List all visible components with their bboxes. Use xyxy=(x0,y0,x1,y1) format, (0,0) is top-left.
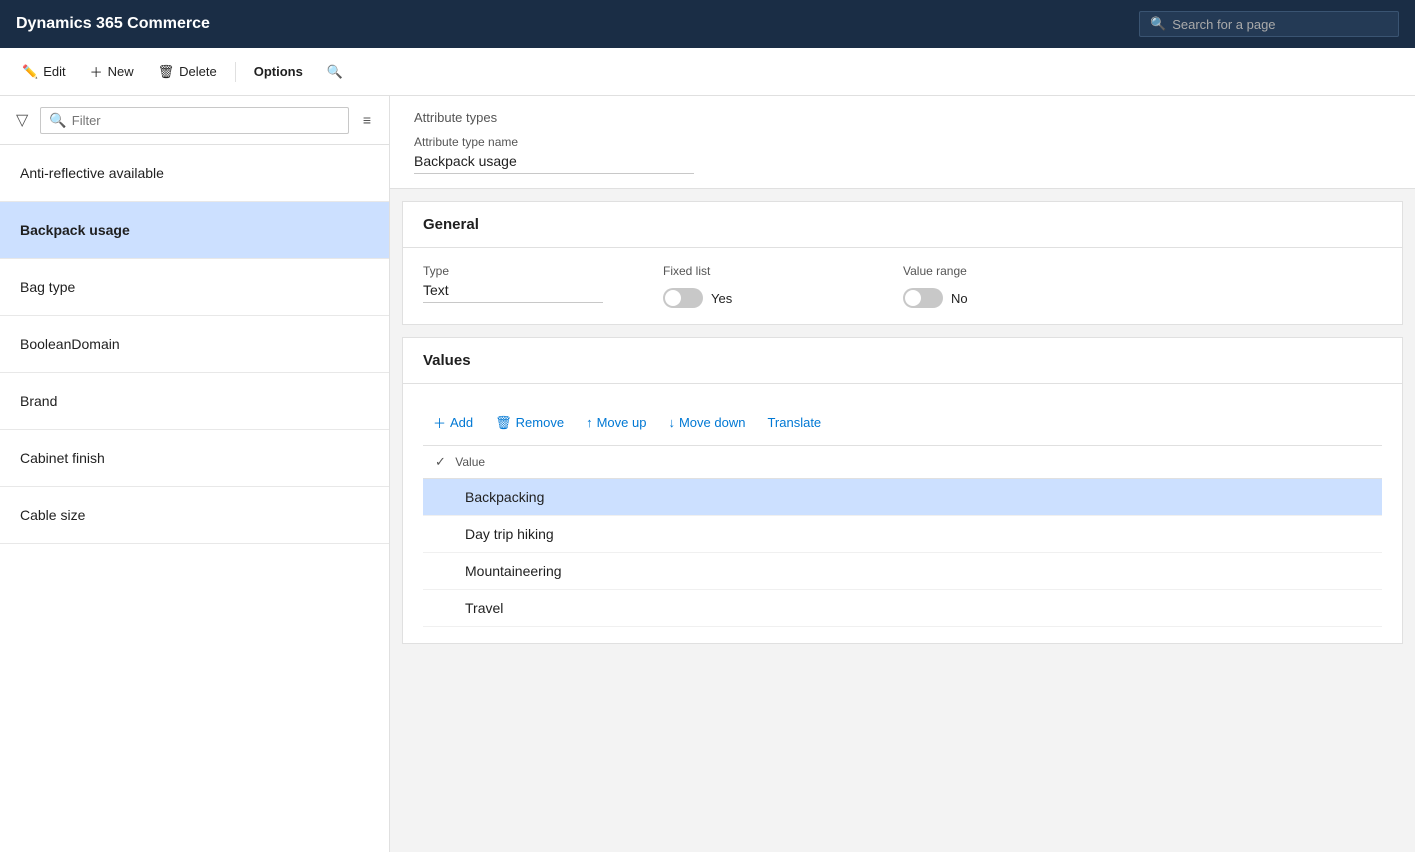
check-icon: ✓ xyxy=(435,454,446,469)
sidebar-item-bag-type[interactable]: Bag type xyxy=(0,259,389,316)
toolbar: ✏️ Edit ＋ New 🗑 Delete Options 🔍 xyxy=(0,48,1415,96)
sidebar: ▽ 🔍 ≡ Anti-reflective available Backpack… xyxy=(0,96,390,852)
delete-button[interactable]: 🗑 Delete xyxy=(148,58,227,86)
values-section: Values ＋ Add 🗑 Remove ↑ Move up xyxy=(402,337,1403,644)
values-toolbar: ＋ Add 🗑 Remove ↑ Move up ↓ Move down xyxy=(423,400,1382,446)
sidebar-item-anti-reflective[interactable]: Anti-reflective available xyxy=(0,145,389,202)
value-range-value: No xyxy=(951,291,968,306)
values-section-body: ＋ Add 🗑 Remove ↑ Move up ↓ Move down xyxy=(403,384,1402,643)
search-icon: 🔍 xyxy=(1150,16,1166,32)
value-cell: Backpacking xyxy=(423,479,1382,516)
translate-button[interactable]: Translate xyxy=(757,410,831,435)
filter-icon: ▽ xyxy=(16,112,28,129)
new-icon: ＋ xyxy=(90,62,103,81)
toolbar-divider xyxy=(235,62,236,82)
table-row[interactable]: Backpacking xyxy=(423,479,1382,516)
sidebar-item-cable-size[interactable]: Cable size xyxy=(0,487,389,544)
value-cell: Day trip hiking xyxy=(423,516,1382,553)
table-row[interactable]: Travel xyxy=(423,590,1382,627)
new-button[interactable]: ＋ New xyxy=(80,56,144,87)
value-range-toggle-row: No xyxy=(903,288,1083,308)
type-label: Type xyxy=(423,264,603,278)
search-toolbar-icon: 🔍 xyxy=(327,64,343,80)
values-table-body: Backpacking Day trip hiking Mountaineeri… xyxy=(423,479,1382,627)
value-cell: Travel xyxy=(423,590,1382,627)
general-section-header: General xyxy=(403,202,1402,248)
sidebar-item-brand[interactable]: Brand xyxy=(0,373,389,430)
move-up-button[interactable]: ↑ Move up xyxy=(576,410,656,435)
fixed-list-toggle-row: Yes xyxy=(663,288,843,308)
search-input[interactable] xyxy=(1172,17,1382,32)
fixed-list-field-group: Fixed list Yes xyxy=(663,264,843,308)
edit-icon: ✏️ xyxy=(22,64,38,80)
filter-input[interactable] xyxy=(72,113,340,128)
add-icon: ＋ xyxy=(433,413,446,432)
table-row[interactable]: Mountaineering xyxy=(423,553,1382,590)
content-area: Attribute types Attribute type name Back… xyxy=(390,96,1415,852)
values-table: ✓ Value Backpacking xyxy=(423,446,1382,627)
remove-icon: 🗑 xyxy=(495,415,512,431)
filter-icon-button[interactable]: ▽ xyxy=(12,106,32,134)
sort-icon: ≡ xyxy=(363,112,371,128)
value-range-field-group: Value range No xyxy=(903,264,1083,308)
attr-type-name-label: Attribute type name xyxy=(414,135,1391,149)
edit-button[interactable]: ✏️ Edit xyxy=(12,58,76,86)
add-button[interactable]: ＋ Add xyxy=(423,408,483,437)
sidebar-item-backpack-usage[interactable]: Backpack usage xyxy=(0,202,389,259)
fixed-list-label: Fixed list xyxy=(663,264,843,278)
general-fields: Type Text Fixed list Yes Value range xyxy=(423,264,1382,308)
sidebar-sort-button[interactable]: ≡ xyxy=(357,108,377,132)
value-cell: Mountaineering xyxy=(423,553,1382,590)
move-up-icon: ↑ xyxy=(586,415,593,430)
fixed-list-toggle[interactable] xyxy=(663,288,703,308)
section-breadcrumb: Attribute types xyxy=(414,110,1391,125)
value-range-toggle[interactable] xyxy=(903,288,943,308)
main-layout: ▽ 🔍 ≡ Anti-reflective available Backpack… xyxy=(0,96,1415,852)
general-section: General Type Text Fixed list Yes xyxy=(402,201,1403,325)
value-range-label: Value range xyxy=(903,264,1083,278)
move-down-button[interactable]: ↓ Move down xyxy=(658,410,755,435)
table-row[interactable]: Day trip hiking xyxy=(423,516,1382,553)
delete-icon: 🗑 xyxy=(158,64,175,80)
sidebar-item-boolean-domain[interactable]: BooleanDomain xyxy=(0,316,389,373)
general-section-body: Type Text Fixed list Yes Value range xyxy=(403,248,1402,324)
sidebar-list: Anti-reflective available Backpack usage… xyxy=(0,145,389,852)
move-down-icon: ↓ xyxy=(668,415,675,430)
attr-type-name-value: Backpack usage xyxy=(414,153,694,174)
top-bar: Dynamics 365 Commerce 🔍 xyxy=(0,0,1415,48)
fixed-list-value: Yes xyxy=(711,291,732,306)
values-section-header: Values xyxy=(403,338,1402,384)
app-title: Dynamics 365 Commerce xyxy=(16,15,210,33)
sidebar-filter-row: ▽ 🔍 ≡ xyxy=(0,96,389,145)
search-bar[interactable]: 🔍 xyxy=(1139,11,1399,37)
sidebar-item-cabinet-finish[interactable]: Cabinet finish xyxy=(0,430,389,487)
filter-search-icon: 🔍 xyxy=(49,112,66,129)
remove-button[interactable]: 🗑 Remove xyxy=(485,410,574,436)
value-col-header: ✓ Value xyxy=(423,446,1382,479)
type-field-group: Type Text xyxy=(423,264,603,303)
options-button[interactable]: Options xyxy=(244,58,313,85)
filter-input-wrap: 🔍 xyxy=(40,107,349,134)
search-toolbar-button[interactable]: 🔍 xyxy=(317,58,353,86)
content-header: Attribute types Attribute type name Back… xyxy=(390,96,1415,189)
type-value: Text xyxy=(423,282,603,303)
values-table-header-row: ✓ Value xyxy=(423,446,1382,479)
